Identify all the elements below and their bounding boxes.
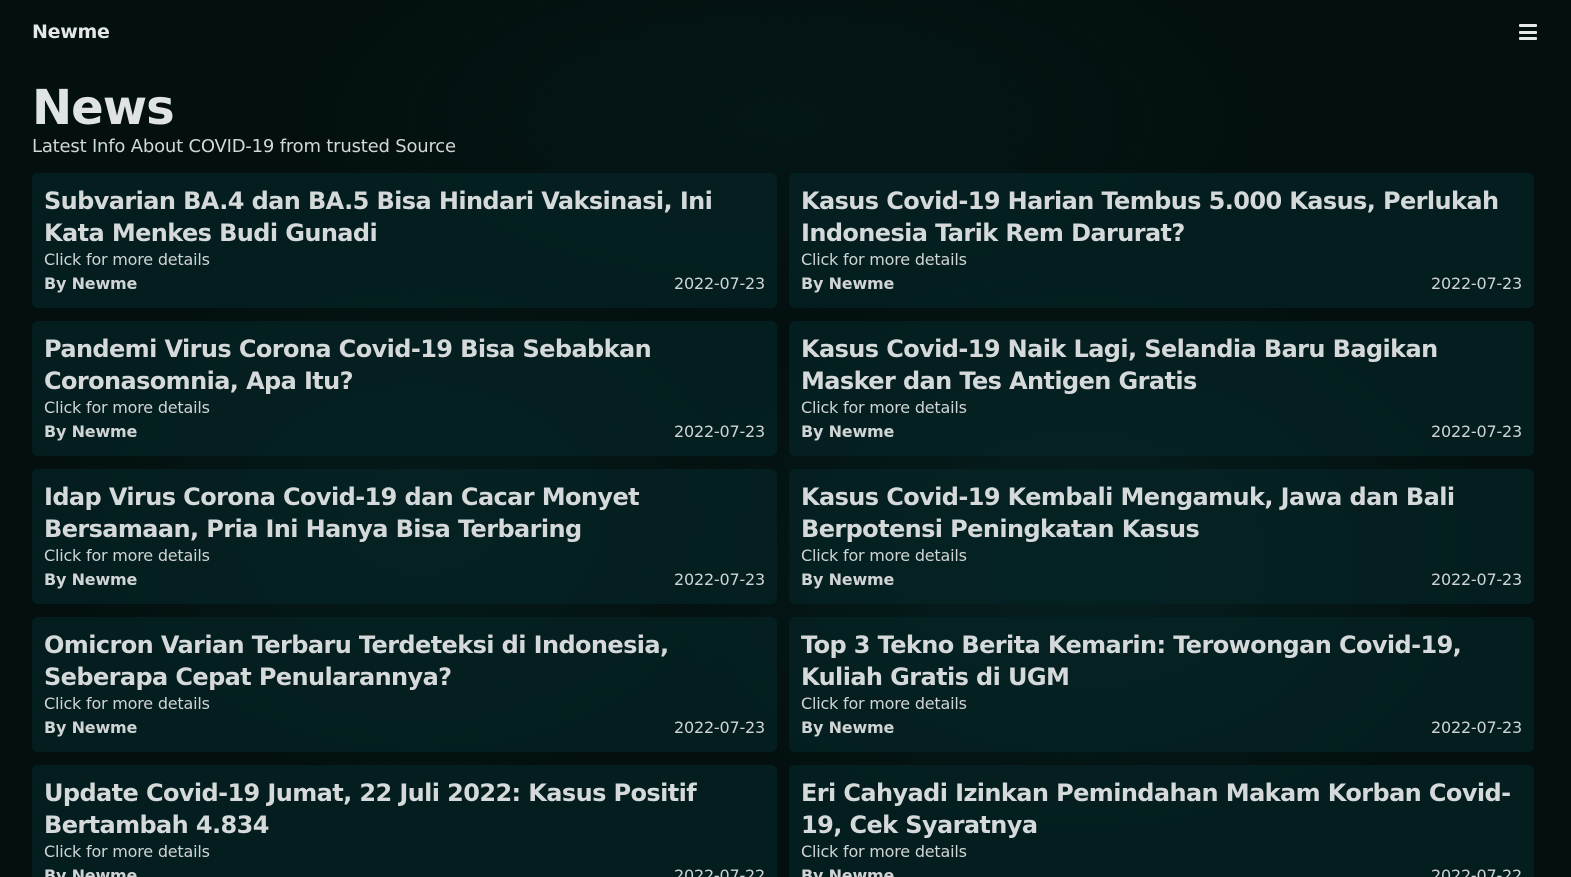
news-card[interactable]: Update Covid-19 Jumat, 22 Juli 2022: Kas…	[32, 765, 777, 877]
news-card-meta: By Newme 2022-07-23	[44, 567, 765, 593]
news-card-details-link[interactable]: Click for more details	[801, 693, 1522, 715]
brand-logo[interactable]: Newme	[32, 21, 110, 43]
news-card-details-link[interactable]: Click for more details	[44, 397, 765, 419]
news-card-details-link[interactable]: Click for more details	[44, 693, 765, 715]
news-card-date: 2022-07-23	[1431, 422, 1522, 441]
news-card-date: 2022-07-23	[674, 570, 765, 589]
news-card-title[interactable]: Kasus Covid-19 Harian Tembus 5.000 Kasus…	[801, 185, 1522, 249]
news-card-meta: By Newme 2022-07-23	[44, 715, 765, 741]
news-card-details-link[interactable]: Click for more details	[44, 545, 765, 567]
news-card-date: 2022-07-22	[674, 866, 765, 877]
news-card-author: By Newme	[801, 274, 895, 293]
news-card-meta: By Newme 2022-07-23	[44, 271, 765, 297]
news-card-title[interactable]: Subvarian BA.4 dan BA.5 Bisa Hindari Vak…	[44, 185, 765, 249]
news-card-meta: By Newme 2022-07-23	[44, 419, 765, 445]
news-card-details-link[interactable]: Click for more details	[801, 841, 1522, 863]
hamburger-bar	[1519, 24, 1537, 27]
news-card-details-link[interactable]: Click for more details	[801, 545, 1522, 567]
hamburger-bar	[1519, 30, 1537, 34]
news-card-author: By Newme	[44, 570, 138, 589]
news-card-meta: By Newme 2022-07-23	[801, 271, 1522, 297]
news-card-date: 2022-07-23	[674, 422, 765, 441]
news-card-date: 2022-07-23	[1431, 718, 1522, 737]
page-subtitle: Latest Info About COVID-19 from trusted …	[32, 136, 456, 157]
news-card-meta: By Newme 2022-07-23	[801, 715, 1522, 741]
news-card[interactable]: Eri Cahyadi Izinkan Pemindahan Makam Kor…	[789, 765, 1534, 877]
news-card-author: By Newme	[44, 866, 138, 877]
news-card-author: By Newme	[801, 570, 895, 589]
page-header: News Latest Info About COVID-19 from tru…	[32, 80, 456, 158]
news-card-title[interactable]: Idap Virus Corona Covid-19 dan Cacar Mon…	[44, 481, 765, 545]
news-card-title[interactable]: Top 3 Tekno Berita Kemarin: Terowongan C…	[801, 629, 1522, 693]
news-card[interactable]: Top 3 Tekno Berita Kemarin: Terowongan C…	[789, 617, 1534, 752]
news-card-date: 2022-07-23	[674, 274, 765, 293]
news-card-author: By Newme	[44, 274, 138, 293]
hamburger-icon[interactable]	[1519, 24, 1537, 40]
news-card[interactable]: Omicron Varian Terbaru Terdeteksi di Ind…	[32, 617, 777, 752]
news-card-meta: By Newme 2022-07-23	[801, 419, 1522, 445]
hamburger-bar	[1519, 37, 1537, 40]
news-card-author: By Newme	[801, 718, 895, 737]
page-title: News	[32, 80, 175, 136]
news-card-details-link[interactable]: Click for more details	[801, 249, 1522, 271]
news-card[interactable]: Kasus Covid-19 Harian Tembus 5.000 Kasus…	[789, 173, 1534, 308]
news-card-title[interactable]: Kasus Covid-19 Kembali Mengamuk, Jawa da…	[801, 481, 1522, 545]
news-card-author: By Newme	[44, 718, 138, 737]
news-card[interactable]: Kasus Covid-19 Kembali Mengamuk, Jawa da…	[789, 469, 1534, 604]
news-card-date: 2022-07-23	[1431, 570, 1522, 589]
news-card-details-link[interactable]: Click for more details	[801, 397, 1522, 419]
news-grid: Subvarian BA.4 dan BA.5 Bisa Hindari Vak…	[32, 173, 1534, 877]
news-card[interactable]: Subvarian BA.4 dan BA.5 Bisa Hindari Vak…	[32, 173, 777, 308]
news-card-meta: By Newme 2022-07-23	[801, 567, 1522, 593]
news-card-title[interactable]: Pandemi Virus Corona Covid-19 Bisa Sebab…	[44, 333, 765, 397]
news-card-author: By Newme	[44, 422, 138, 441]
news-card[interactable]: Pandemi Virus Corona Covid-19 Bisa Sebab…	[32, 321, 777, 456]
news-card-date: 2022-07-23	[674, 718, 765, 737]
news-card-details-link[interactable]: Click for more details	[44, 249, 765, 271]
news-card-title[interactable]: Update Covid-19 Jumat, 22 Juli 2022: Kas…	[44, 777, 765, 841]
news-card-meta: By Newme 2022-07-22	[801, 863, 1522, 877]
news-card-title[interactable]: Eri Cahyadi Izinkan Pemindahan Makam Kor…	[801, 777, 1522, 841]
top-navbar: Newme	[32, 16, 1539, 48]
news-card-author: By Newme	[801, 422, 895, 441]
news-card[interactable]: Idap Virus Corona Covid-19 dan Cacar Mon…	[32, 469, 777, 604]
news-card-author: By Newme	[801, 866, 895, 877]
news-card-meta: By Newme 2022-07-22	[44, 863, 765, 877]
news-card-details-link[interactable]: Click for more details	[44, 841, 765, 863]
news-card-title[interactable]: Omicron Varian Terbaru Terdeteksi di Ind…	[44, 629, 765, 693]
news-card-date: 2022-07-23	[1431, 274, 1522, 293]
news-card-date: 2022-07-22	[1431, 866, 1522, 877]
news-card-title[interactable]: Kasus Covid-19 Naik Lagi, Selandia Baru …	[801, 333, 1522, 397]
news-card[interactable]: Kasus Covid-19 Naik Lagi, Selandia Baru …	[789, 321, 1534, 456]
